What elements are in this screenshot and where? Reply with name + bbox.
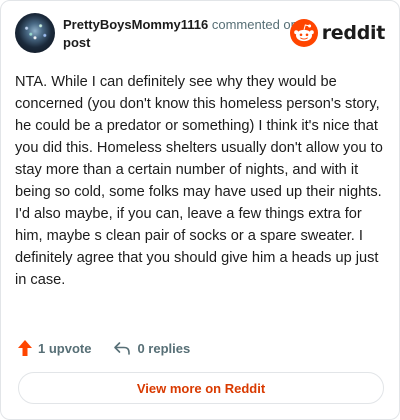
reddit-logo[interactable]: reddit (289, 19, 386, 47)
upvote-button[interactable]: 1 upvote (17, 339, 91, 357)
reddit-comment-embed-card: PrettyBoysMommy1116 commented on post re… (0, 0, 400, 420)
avatar[interactable] (15, 13, 55, 53)
upvote-count: 1 upvote (38, 340, 92, 356)
username[interactable]: PrettyBoysMommy1116 (63, 17, 208, 32)
action-text: commented on (211, 17, 298, 32)
reply-button[interactable]: 0 replies (113, 341, 190, 356)
comment-body: NTA. While I can definitely see why they… (15, 74, 383, 288)
comment-meta: PrettyBoysMommy1116 commented on post (63, 16, 313, 52)
comment-footer: 1 upvote 0 replies (17, 338, 190, 358)
reddit-snoo-icon (289, 19, 318, 47)
view-more-button[interactable]: View more on Reddit (18, 372, 384, 404)
comment-header: PrettyBoysMommy1116 commented on post re… (15, 13, 385, 57)
reply-arrow-icon (114, 342, 131, 355)
reply-count: 0 replies (137, 340, 191, 356)
reddit-wordmark: reddit (321, 22, 386, 44)
post-link[interactable]: post (63, 34, 313, 52)
upvote-arrow-icon (18, 340, 32, 356)
